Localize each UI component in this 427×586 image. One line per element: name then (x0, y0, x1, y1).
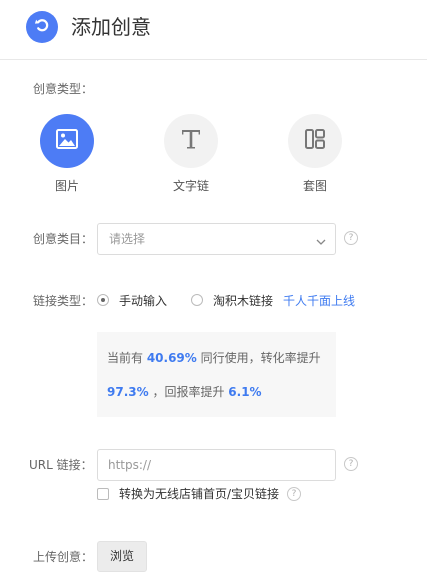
radio-manual-input-label[interactable]: 手动输入 (119, 293, 167, 309)
header: 添加创意 (0, 0, 427, 60)
type-option-image-set[interactable]: 套图 (280, 114, 350, 194)
conversion-lift: 97.3% (107, 385, 149, 399)
browse-button[interactable]: 浏览 (97, 541, 147, 572)
category-label: 创意类目： (33, 232, 94, 246)
back-button[interactable] (26, 11, 58, 43)
url-input[interactable] (97, 449, 336, 481)
category-select-placeholder: 请选择 (109, 232, 146, 246)
radio-taojimu-link[interactable] (191, 294, 203, 306)
page-title: 添加创意 (71, 15, 151, 39)
conversion-stats-box: 当前有 40.69% 同行使用，转化率提升 97.3% ，回报率提升 6.1% (97, 332, 336, 417)
roi-lift: 6.1% (228, 385, 262, 399)
upload-label: 上传创意： (33, 550, 94, 564)
creative-type-label: 创意类型： (33, 82, 94, 96)
radio-manual-input[interactable] (97, 294, 109, 306)
stats-line-2: 97.3% ，回报率提升 6.1% (107, 385, 262, 399)
stats-line-1: 当前有 40.69% 同行使用，转化率提升 (107, 351, 321, 365)
undo-arrow-icon (33, 16, 51, 38)
category-help-icon[interactable]: ? (344, 231, 358, 245)
personalization-link[interactable]: 千人千面上线 (283, 293, 355, 309)
type-option-label: 图片 (54, 179, 79, 193)
url-label: URL 链接： (29, 458, 93, 472)
grid-layout-icon (304, 128, 326, 154)
convert-to-mobile-label[interactable]: 转换为无线店铺首页/宝贝链接 (119, 486, 279, 502)
type-option-text-link[interactable]: 文字链 (156, 114, 226, 194)
usage-percent: 40.69% (146, 351, 197, 365)
convert-help-icon[interactable]: ? (287, 487, 301, 501)
convert-to-mobile-checkbox[interactable] (97, 488, 109, 500)
type-option-image[interactable]: 图片 (32, 114, 102, 194)
radio-taojimu-link-label[interactable]: 淘积木链接 (213, 293, 273, 309)
type-option-label: 套图 (302, 179, 327, 193)
link-type-label: 链接类型： (33, 294, 94, 308)
image-icon (56, 129, 78, 153)
text-t-icon (180, 128, 202, 154)
url-help-icon[interactable]: ? (344, 457, 358, 471)
chevron-down-icon (315, 233, 327, 252)
category-select[interactable]: 请选择 (97, 223, 336, 255)
type-option-label: 文字链 (172, 179, 209, 193)
